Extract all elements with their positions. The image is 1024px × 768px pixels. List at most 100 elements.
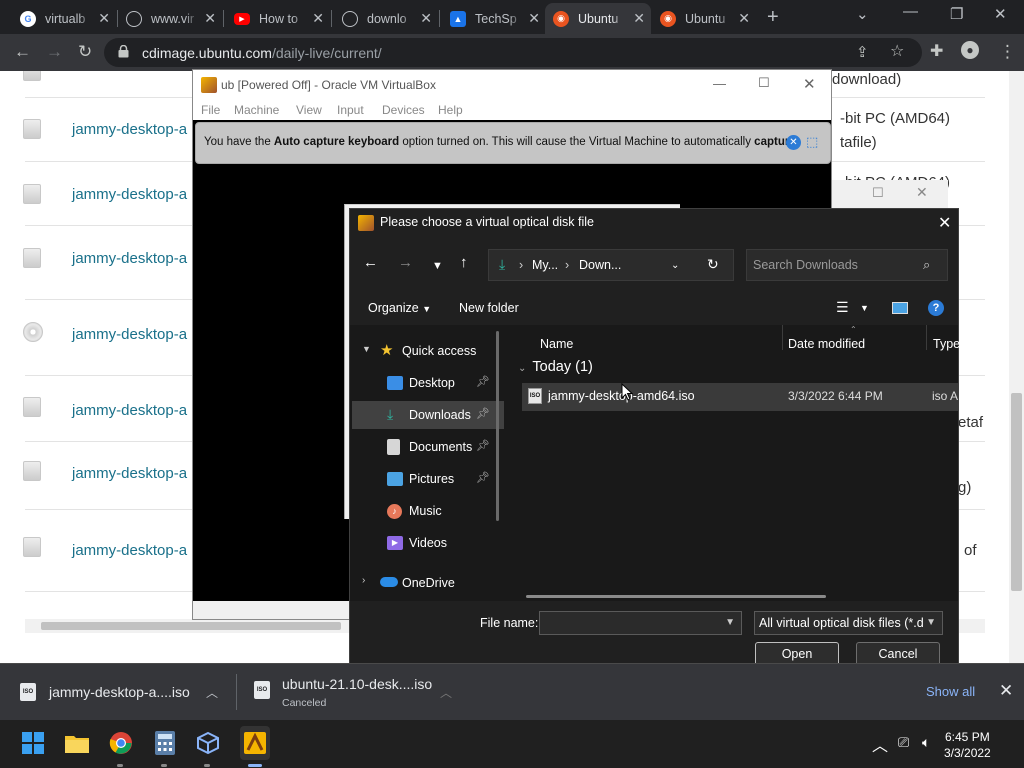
share-icon[interactable]: ⇪ [856,43,869,63]
taskbar-clock[interactable]: 6:45 PM 3/3/2022 [944,729,991,761]
recent-locations-chevron-icon[interactable]: ▼ [432,258,443,274]
view-chevron-icon[interactable]: ▼ [860,303,869,313]
close-icon[interactable]: ✕ [98,11,110,25]
maximize-icon[interactable]: ☐ [872,185,884,201]
address-bar[interactable]: cdimage.ubuntu.com/daily-live/current/ ⇪… [104,38,922,67]
virtualbox-vm-running-icon[interactable] [240,726,270,760]
chrome-icon[interactable] [108,730,134,756]
network-icon[interactable]: ⎚ [898,734,909,751]
tray-chevron-up-icon[interactable]: ︿ [872,732,888,756]
preview-pane-icon[interactable] [892,302,908,314]
browser-tab-7[interactable]: ◉ Ubuntu ✕ [652,3,756,34]
back-arrow-icon[interactable]: ← [14,42,31,62]
close-notice-icon[interactable]: ✕ [786,135,801,150]
expand-chevron-icon[interactable]: ▼ [362,344,371,354]
forward-arrow-icon[interactable]: → [398,255,413,271]
kebab-menu-icon[interactable]: ⋮ [999,42,1016,62]
new-folder-button[interactable]: New folder [459,301,519,315]
page-vertical-scroll-thumb[interactable] [1011,393,1022,591]
nav-pictures[interactable]: Pictures 📌︎ [352,465,504,493]
maximize-icon[interactable]: ☐ [758,75,770,91]
address-dropdown-chevron-icon[interactable]: ⌄ [671,260,679,271]
windows-start-icon[interactable] [20,730,46,756]
browser-tab-6-active[interactable]: ◉ Ubuntu ✕ [545,3,651,34]
browser-tab-5[interactable]: ▲ TechSp ✕ [442,3,546,34]
browser-tab-1[interactable]: G virtualb ✕ [12,3,116,34]
chevron-up-icon[interactable]: ︿ [440,684,452,701]
chevron-down-icon[interactable]: ▼ [926,617,936,628]
search-input[interactable] [753,256,913,274]
notice-info-icon[interactable]: ⬚ [806,134,818,150]
collapse-chevron-icon[interactable]: › [362,575,365,586]
search-downloads-box[interactable]: ⌕ [746,249,948,281]
help-icon[interactable]: ? [928,300,944,316]
close-icon[interactable]: ✕ [204,11,216,25]
virtualbox-manager-icon[interactable] [195,730,221,756]
minimize-icon[interactable]: — [903,3,918,20]
vm-title-bar[interactable]: ub [Powered Off] - Oracle VM VirtualBox … [193,70,831,100]
file-list-horizontal-scrollbar[interactable] [526,595,826,598]
file-type-select[interactable]: All virtual optical disk files (*.dr ▼ [754,611,943,635]
download-item-jammy[interactable]: ISO jammy-desktop-a....iso ︿ [0,664,236,721]
browser-tab-4[interactable]: downlo ✕ [334,3,438,34]
close-window-icon[interactable]: ✕ [994,5,1007,23]
file-explorer-icon[interactable] [64,730,90,756]
organize-button[interactable]: Organize ▼ [368,301,431,315]
column-header-type[interactable]: Type [933,337,960,351]
file-link[interactable]: jammy-desktop-a [72,542,187,559]
nav-documents[interactable]: Documents 📌︎ [352,433,504,461]
close-icon[interactable]: ✕ [738,11,750,25]
close-icon[interactable]: ✕ [420,11,432,25]
file-link[interactable]: jammy-desktop-a [72,465,187,482]
tab-search-chevron-icon[interactable]: ⌄ [856,5,869,23]
up-arrow-icon[interactable]: ↑ [460,255,468,271]
menu-help[interactable]: Help [438,103,463,117]
show-all-downloads-link[interactable]: Show all [926,684,975,699]
nav-onedrive[interactable]: › OneDrive [352,569,504,597]
file-row-jammy-iso[interactable]: ISO jammy-desktop-amd64.iso 3/3/2022 6:4… [522,383,958,411]
close-download-bar-icon[interactable]: ✕ [999,681,1013,701]
nav-videos[interactable]: ▶ Videos [352,529,504,557]
column-header-name[interactable]: Name [540,337,573,351]
file-link[interactable]: jammy-desktop-a [72,186,187,203]
page-horizontal-scroll-thumb[interactable] [41,622,341,630]
view-options-icon[interactable]: ☰ [836,299,849,316]
new-tab-plus-icon[interactable]: + [767,7,779,27]
file-name-input[interactable] [544,615,720,631]
nav-downloads[interactable]: ⤓ Downloads 📌︎ [352,401,504,429]
nav-desktop[interactable]: Desktop 📌︎ [352,369,504,397]
address-breadcrumb-bar[interactable]: ⤓ › My... › Down... ⌄ ↻ [488,249,734,281]
back-arrow-icon[interactable]: ← [363,255,378,271]
breadcrumb-downloads[interactable]: Down... [579,258,621,272]
menu-machine[interactable]: Machine [234,103,279,117]
file-link[interactable]: jammy-desktop-a [72,402,187,419]
chevron-down-icon[interactable]: ▼ [725,617,735,628]
browser-tab-2[interactable]: www.vir ✕ [118,3,222,34]
download-item-ubuntu-21-10[interactable]: ISO ubuntu-21.10-desk....iso Canceled ︿ [236,664,466,721]
file-link[interactable]: jammy-desktop-a [72,326,187,343]
close-icon[interactable]: ✕ [938,213,951,233]
menu-file[interactable]: File [201,103,220,117]
volume-icon[interactable]: 🔈︎ [922,734,930,751]
browser-tab-3[interactable]: ▶ How to ✕ [226,3,330,34]
close-icon[interactable]: ✕ [312,11,324,25]
chevron-up-icon[interactable]: ︿ [206,684,218,701]
menu-devices[interactable]: Devices [382,103,425,117]
minimize-icon[interactable]: — [713,76,726,91]
close-icon[interactable]: ✕ [633,11,645,25]
bookmark-star-icon[interactable]: ☆ [890,42,904,62]
calculator-icon[interactable] [152,730,178,756]
close-icon[interactable]: ✕ [916,184,928,201]
breadcrumb-my[interactable]: My... [532,258,558,272]
file-link[interactable]: jammy-desktop-a [72,121,187,138]
group-header-today[interactable]: ⌄ Today (1) [518,359,593,375]
nav-music[interactable]: ♪ Music [352,497,504,525]
forward-arrow-icon[interactable]: → [46,42,63,62]
menu-view[interactable]: View [296,103,322,117]
refresh-icon[interactable]: ↻ [707,256,719,273]
restore-icon[interactable]: ❐ [950,5,963,23]
close-icon[interactable]: ✕ [528,11,540,25]
file-name-combobox[interactable]: ▼ [539,611,742,635]
column-header-date-modified[interactable]: Date modified [788,337,865,351]
file-link[interactable]: jammy-desktop-a [72,250,187,267]
